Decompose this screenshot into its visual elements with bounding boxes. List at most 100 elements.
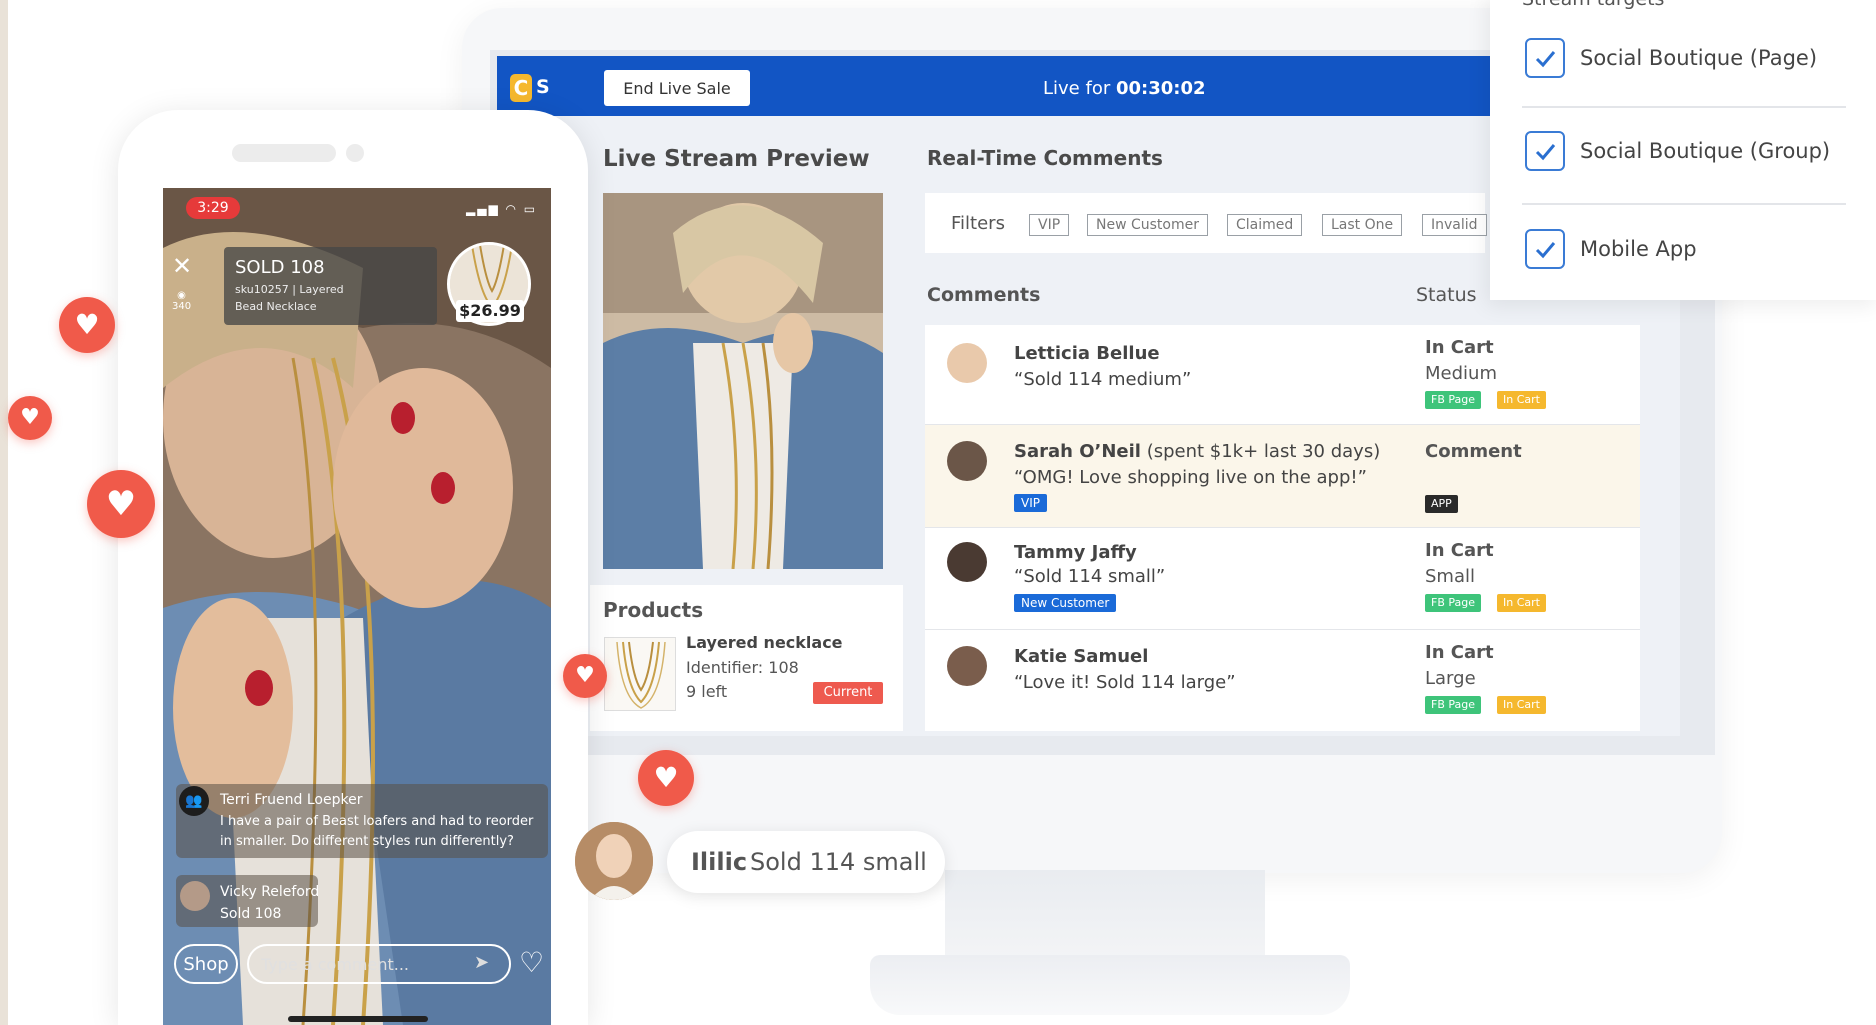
background-strip [0, 0, 8, 1025]
phone-clock: 3:29 [186, 197, 240, 219]
comment-row[interactable]: Tammy Jaffy “Sold 114 small” New Custome… [925, 528, 1640, 630]
live-stream-preview-video[interactable] [603, 193, 883, 569]
new-customer-badge: New Customer [1014, 594, 1117, 612]
in-cart-tag: In Cart [1497, 594, 1546, 612]
end-live-sale-button[interactable]: End Live Sale [604, 70, 750, 106]
heart-outline-icon[interactable]: ♡ [519, 946, 544, 979]
price-tag: $26.99 [456, 300, 524, 322]
chat-text: I have a pair of Beast loafers and had t… [220, 814, 534, 829]
commenter-spend-note: (spent $1k+ last 30 days) [1140, 441, 1381, 462]
comment-row[interactable]: Letticia Bellue “Sold 114 medium” In Car… [925, 325, 1640, 425]
comment-text: “Sold 114 medium” [1014, 369, 1192, 390]
user-avatar-icon: 👥 [179, 786, 209, 816]
live-stream-preview-heading: Live Stream Preview [603, 146, 870, 172]
avatar [947, 441, 987, 481]
live-timer-label: Live for [1043, 78, 1116, 99]
target-label: Social Boutique (Group) [1580, 139, 1831, 163]
commenter-name: Tammy Jaffy [1014, 542, 1137, 563]
app-logo-suffix: S [536, 76, 550, 98]
comments-list: Letticia Bellue “Sold 114 medium” In Car… [925, 325, 1640, 731]
monitor-base [870, 955, 1350, 1015]
comment-text: “OMG! Love shopping live on the app!” [1014, 467, 1367, 488]
target-social-boutique-page[interactable]: Social Boutique (Page) [1525, 38, 1845, 82]
comments-column-header: Comments [927, 284, 1041, 306]
app-logo: C [510, 74, 532, 102]
comment-row[interactable]: Sarah O’Neil (spent $1k+ last 30 days) “… [925, 425, 1640, 528]
chat-author: Terri Fruend Loepker [220, 792, 363, 808]
status-text: In Cart [1425, 540, 1494, 561]
comment-text: “Love it! Sold 114 large” [1014, 672, 1236, 693]
product-thumbnail[interactable] [604, 637, 676, 711]
sold-sku-line-2: Bead Necklace [235, 300, 317, 313]
fb-page-tag: FB Page [1425, 696, 1481, 714]
sold-sku-line-1: sku10257 | Layered [235, 283, 344, 296]
real-time-comments-heading: Real-Time Comments [927, 146, 1163, 170]
products-heading: Products [603, 598, 704, 622]
viewers-count: ◉ 340 [172, 290, 191, 312]
product-stock: 9 left [686, 682, 728, 701]
checkmark-icon [1535, 242, 1556, 259]
target-label: Mobile App [1580, 237, 1697, 261]
phone-speaker [232, 144, 336, 162]
checkbox[interactable] [1525, 131, 1565, 171]
bubble-text: Sold 114 small [750, 848, 927, 876]
status-size: Small [1425, 566, 1475, 587]
home-indicator [288, 1016, 428, 1022]
heart-icon: ♥ [8, 396, 52, 440]
status-text: Comment [1425, 441, 1522, 462]
filter-new-customer[interactable]: New Customer [1087, 214, 1208, 236]
monitor-stand [945, 870, 1265, 960]
target-label: Social Boutique (Page) [1580, 46, 1818, 70]
bubble-username: Ililic [691, 848, 748, 876]
commenter-name: Sarah O’Neil (spent $1k+ last 30 days) [1014, 441, 1380, 462]
phone-camera [346, 144, 364, 162]
send-icon[interactable]: ➤ [474, 952, 489, 973]
viewers-value: 340 [172, 301, 192, 312]
status-size: Large [1425, 668, 1476, 689]
filter-last-one[interactable]: Last One [1322, 214, 1403, 236]
status-text: In Cart [1425, 642, 1494, 663]
checkbox[interactable] [1525, 38, 1565, 78]
fb-page-tag: FB Page [1425, 594, 1481, 612]
comment-input[interactable] [247, 944, 511, 984]
necklace-image [616, 641, 666, 709]
status-text: In Cart [1425, 337, 1494, 358]
in-cart-tag: In Cart [1497, 696, 1546, 714]
filter-claimed[interactable]: Claimed [1227, 214, 1303, 236]
status-size: Medium [1425, 363, 1497, 384]
status-column-header: Status [1416, 284, 1477, 306]
product-name: Layered necklace [686, 633, 843, 652]
filter-invalid[interactable]: Invalid [1422, 214, 1487, 236]
commenter-name: Katie Samuel [1014, 646, 1149, 667]
avatar [947, 343, 987, 383]
app-tag: APP [1425, 495, 1458, 513]
commenter-name: Letticia Bellue [1014, 343, 1160, 364]
live-timer: Live for 00:30:02 [1043, 78, 1206, 99]
chat-author: Vicky Releford [220, 884, 320, 900]
heart-icon: ♥ [87, 470, 155, 538]
target-mobile-app[interactable]: Mobile App [1525, 229, 1845, 273]
avatar [947, 646, 987, 686]
checkmark-icon [1535, 144, 1556, 161]
fb-page-tag: FB Page [1425, 391, 1481, 409]
shop-button[interactable]: Shop [174, 944, 238, 984]
checkbox[interactable] [1525, 229, 1565, 269]
filter-vip[interactable]: VIP [1029, 214, 1070, 236]
avatar [180, 881, 210, 911]
stream-targets-title: Stream targets [1522, 0, 1664, 10]
commenter-name-text: Sarah O’Neil [1014, 441, 1141, 462]
target-social-boutique-group[interactable]: Social Boutique (Group) [1525, 131, 1845, 175]
chat-text: Sold 108 [220, 906, 282, 922]
heart-icon: ♥ [563, 654, 607, 698]
chat-text: in smaller. Do different styles run diff… [220, 834, 514, 849]
sold-title: SOLD 108 [235, 257, 325, 278]
close-icon[interactable]: ✕ [172, 252, 192, 280]
in-cart-tag: In Cart [1497, 391, 1546, 409]
comment-row[interactable]: Katie Samuel “Love it! Sold 114 large” I… [925, 630, 1640, 731]
product-identifier: Identifier: 108 [686, 658, 799, 677]
heart-icon: ♥ [59, 297, 115, 353]
signal-wifi-battery-icon: ▂▄▆ ◠ ▭ [466, 202, 538, 216]
filters-label: Filters [951, 213, 1005, 234]
checkmark-icon [1535, 51, 1556, 68]
preview-photo [603, 193, 883, 569]
